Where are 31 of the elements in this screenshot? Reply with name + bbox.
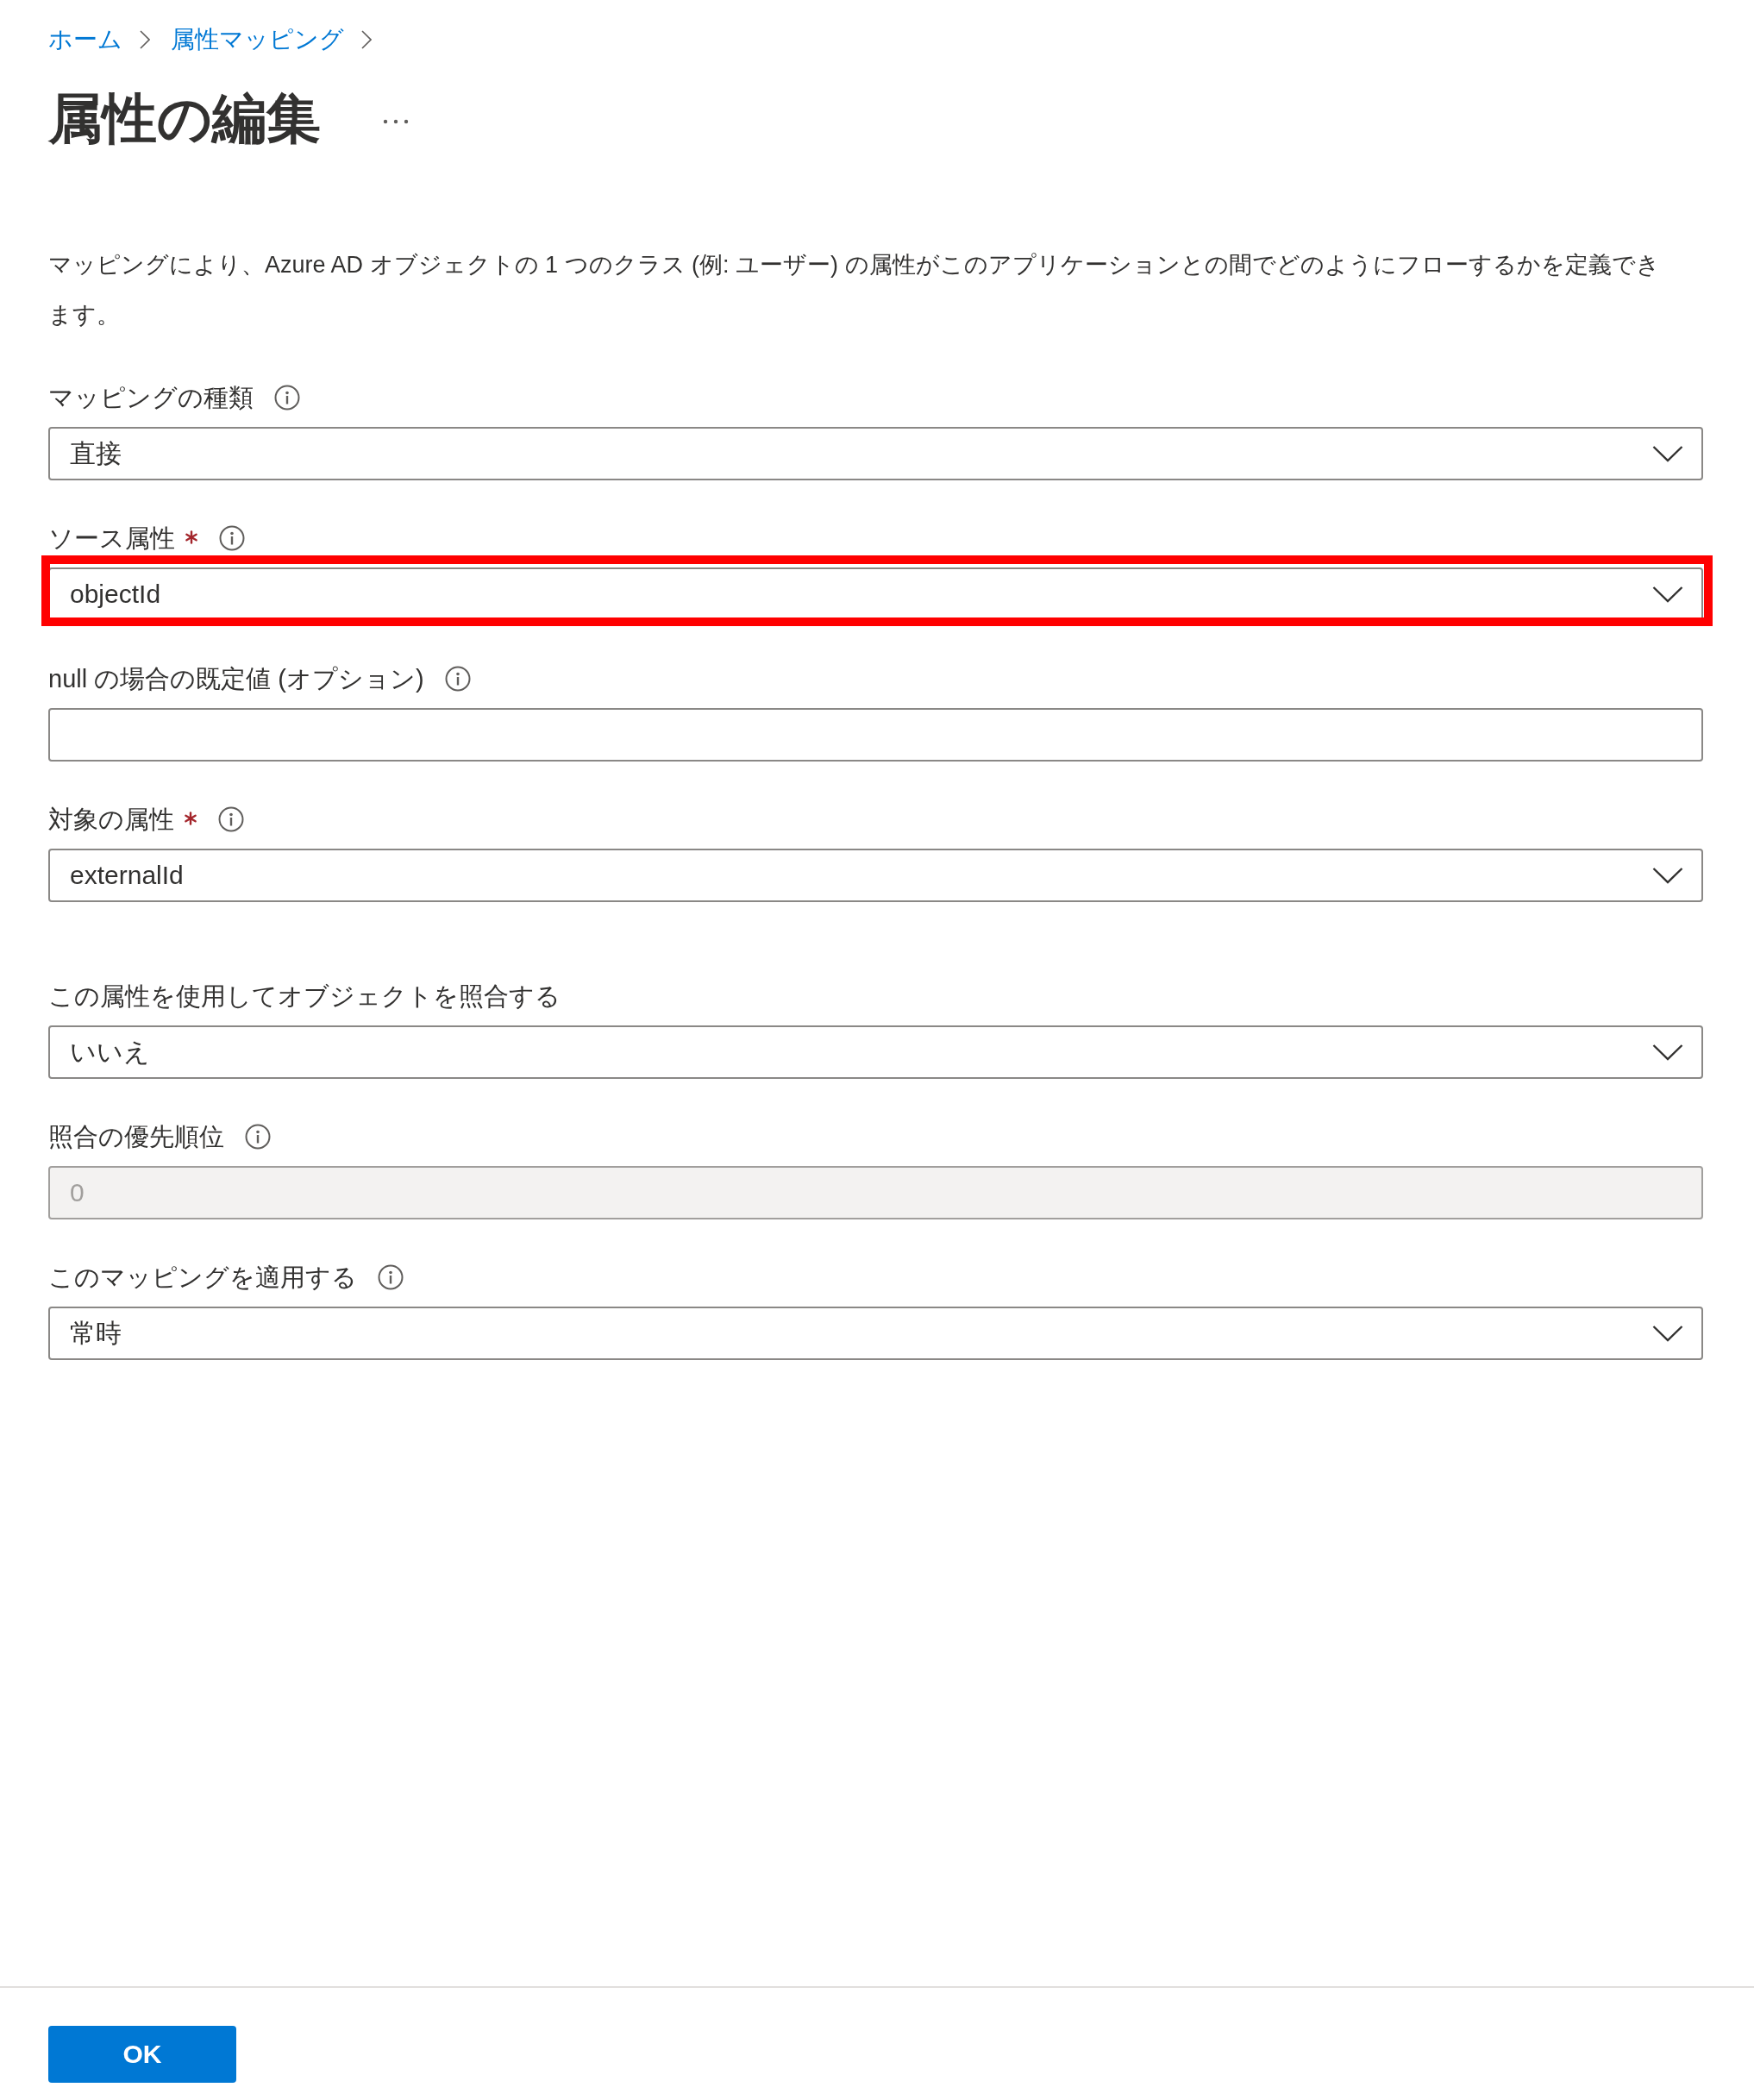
field-label: この属性を使用してオブジェクトを照合する — [48, 981, 561, 1012]
dropdown[interactable]: 直接 — [48, 427, 1703, 480]
page-title: 属性の編集 — [48, 87, 321, 150]
field-label: マッピングの種類 — [48, 383, 254, 413]
field-label: null の場合の既定値 (オプション) — [48, 664, 424, 694]
more-button[interactable] — [383, 119, 409, 124]
info-icon[interactable] — [378, 1264, 404, 1290]
field-label: このマッピングを適用する — [48, 1263, 357, 1293]
info-icon[interactable] — [218, 806, 244, 832]
chevron-down-icon — [1652, 1325, 1683, 1342]
info-icon[interactable] — [444, 666, 471, 692]
info-icon[interactable] — [219, 525, 245, 551]
dropdown[interactable]: いいえ — [48, 1025, 1703, 1079]
chevron-down-icon — [1652, 867, 1683, 884]
chevron-down-icon — [1652, 586, 1683, 603]
field-label: ソース属性 — [48, 523, 175, 554]
chevron-down-icon — [1652, 1044, 1683, 1061]
chevron-right-icon — [361, 30, 372, 49]
breadcrumb-link[interactable]: 属性マッピング — [171, 22, 344, 57]
dropdown[interactable]: externalId — [48, 849, 1703, 902]
breadcrumb-link[interactable]: ホーム — [48, 22, 122, 57]
more-icon — [383, 119, 409, 124]
info-icon[interactable] — [274, 385, 300, 411]
chevron-right-icon — [140, 30, 150, 49]
chevron-down-icon — [1652, 445, 1683, 462]
input-field[interactable] — [48, 708, 1703, 762]
field-label: 照合の優先順位 — [48, 1122, 224, 1152]
field-label: 対象の属性 — [48, 805, 174, 835]
description-text: マッピングにより、Azure AD オブジェクトの 1 つのクラス (例: ユーザー) の属性がこのアプリケーションとの間でどのようにフローするかを定義できます。 — [48, 251, 1661, 329]
ok-button[interactable]: OK — [48, 2026, 236, 2083]
dropdown[interactable]: 常時 — [48, 1307, 1703, 1360]
